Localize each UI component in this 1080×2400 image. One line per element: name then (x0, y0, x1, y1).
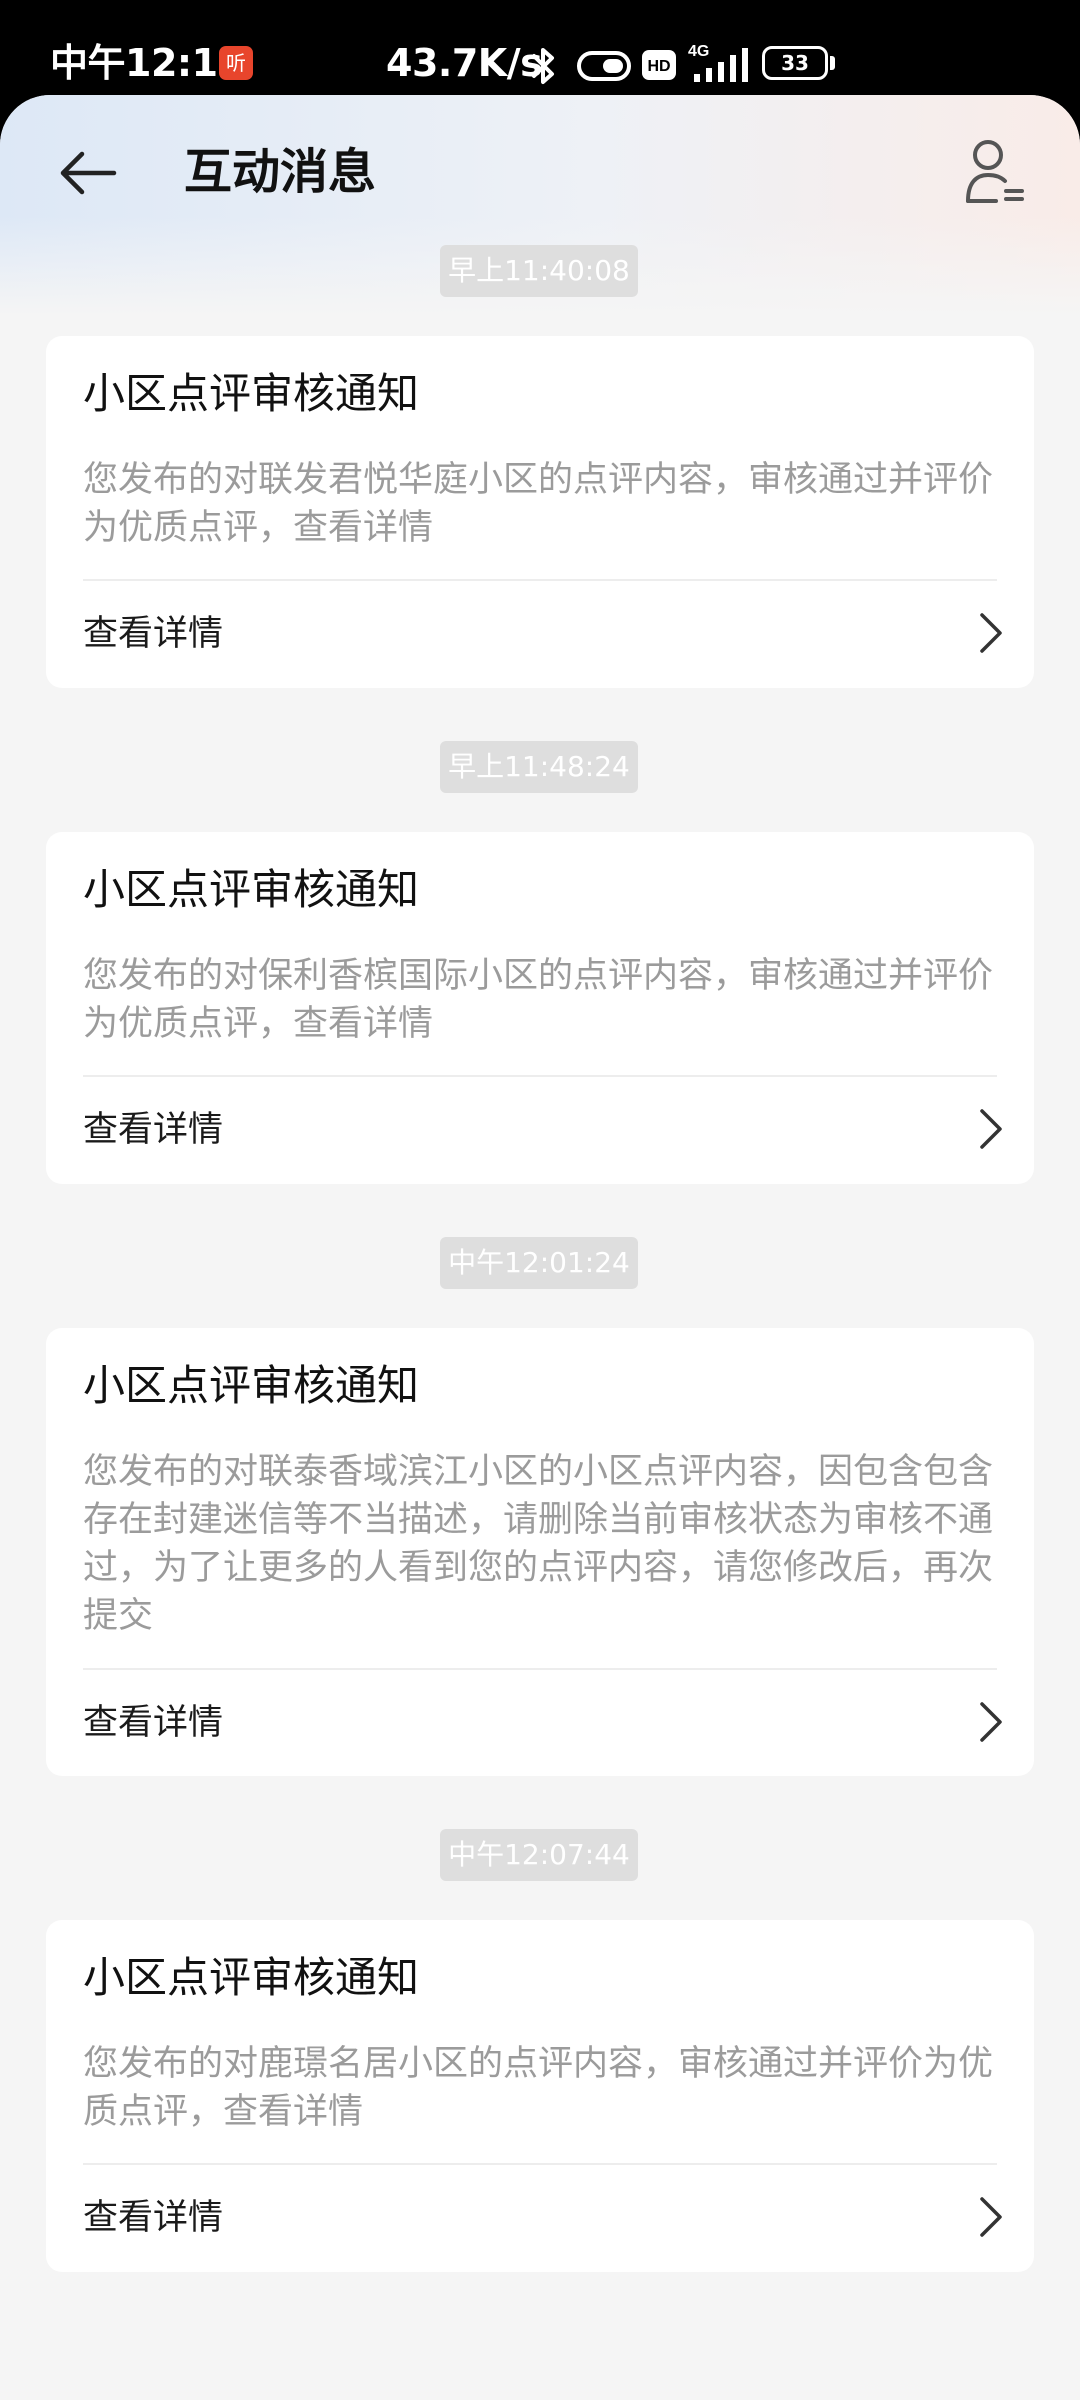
bluetooth-icon (532, 48, 554, 84)
message-card: 小区点评审核通知 您发布的对保利香槟国际小区的点评内容，审核通过并评价为优质点评… (46, 832, 1034, 1184)
page-title: 互动消息 (184, 144, 377, 200)
vibrate-icon (577, 51, 631, 81)
message-timestamp: 早上11:40:08 (440, 245, 638, 297)
view-details-row[interactable]: 查看详情 (46, 581, 1034, 686)
message-title: 小区点评审核通知 (83, 1361, 420, 1410)
view-details-link[interactable]: 查看详情 (83, 609, 223, 659)
user-list-icon (966, 140, 1024, 203)
battery-tip (830, 56, 835, 70)
battery-icon: 33 (762, 46, 828, 80)
view-details-link[interactable]: 查看详情 (83, 2193, 223, 2243)
message-title: 小区点评审核通知 (83, 369, 420, 418)
network-speed: 43.7K/s (386, 41, 543, 85)
back-button[interactable] (52, 135, 128, 211)
message-title: 小区点评审核通知 (83, 1953, 420, 2002)
hd-icon: HD (642, 50, 676, 80)
message-screen: 互动消息 早上11:40:08 小区点评审核通知 您发布的对联发君悦华庭小区的点… (0, 95, 1080, 2400)
message-body: 您发布的对联泰香域滨江小区的小区点评内容，因包含包含存在封建迷信等不当描述，请删… (83, 1452, 994, 1636)
message-card: 小区点评审核通知 您发布的对联发君悦华庭小区的点评内容，审核通过并评价为优质点评… (46, 336, 1034, 688)
header: 互动消息 (0, 95, 1080, 245)
svg-text:HD: HD (647, 58, 670, 75)
message-card: 小区点评审核通知 您发布的对鹿璟名居小区的点评内容，审核通过并评价为优质点评，查… (46, 1920, 1034, 2272)
message-body: 您发布的对联发君悦华庭小区的点评内容，审核通过并评价为优质点评，查看详情 (83, 460, 994, 548)
arrow-left-icon (60, 151, 117, 195)
chevron-right-icon (980, 1702, 1002, 1742)
view-details-row[interactable]: 查看详情 (46, 1670, 1034, 1774)
message-title: 小区点评审核通知 (83, 865, 420, 914)
status-time: 中午12:12 (50, 41, 244, 85)
view-details-row[interactable]: 查看详情 (46, 2165, 1034, 2270)
view-details-row[interactable]: 查看详情 (46, 1077, 1034, 1182)
message-body: 您发布的对保利香槟国际小区的点评内容，审核通过并评价为优质点评，查看详情 (83, 956, 994, 1044)
signal-icon: 4G (688, 43, 748, 82)
message-card: 小区点评审核通知 您发布的对联泰香域滨江小区的小区点评内容，因包含包含存在封建迷… (46, 1328, 1034, 1776)
view-details-link[interactable]: 查看详情 (83, 1698, 223, 1748)
message-timestamp: 中午12:07:44 (440, 1829, 638, 1881)
listen-app-icon: 听 (219, 46, 253, 80)
chevron-right-icon (980, 613, 1002, 653)
svg-text:4G: 4G (688, 43, 709, 60)
view-details-link[interactable]: 查看详情 (83, 1105, 223, 1155)
chevron-right-icon (980, 1109, 1002, 1149)
message-timestamp: 早上11:48:24 (440, 741, 638, 793)
message-timestamp: 中午12:01:24 (440, 1237, 638, 1289)
profile-button[interactable] (960, 133, 1030, 209)
chevron-right-icon (980, 2197, 1002, 2237)
message-body: 您发布的对鹿璟名居小区的点评内容，审核通过并评价为优质点评，查看详情 (83, 2044, 994, 2132)
